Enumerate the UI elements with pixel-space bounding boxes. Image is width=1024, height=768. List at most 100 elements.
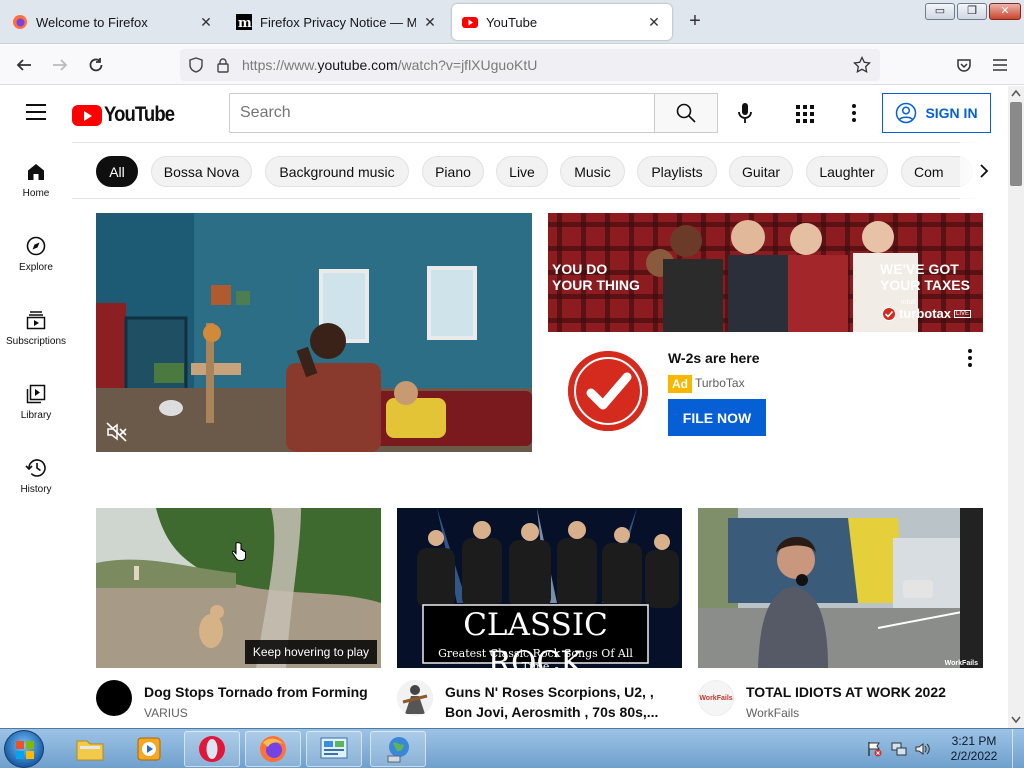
windows-logo-icon [16, 741, 34, 759]
url-text[interactable]: https://www.youtube.com/watch?v=jflXUguo… [242, 57, 537, 73]
show-desktop-button[interactable] [1012, 729, 1024, 768]
video-thumbnail[interactable]: Keep hovering to play [96, 508, 381, 668]
youtube-logo[interactable]: YouTube [72, 103, 184, 127]
chip-playlists[interactable]: Playlists [637, 156, 717, 187]
scroll-down-arrow-icon[interactable] [1011, 716, 1021, 724]
guide-sidebar: Home Explore Subscriptions Library Histo… [0, 142, 72, 728]
ad-banner-image[interactable]: YOU DO YOUR THING WE'VE GOT YOUR TAXES i… [548, 213, 983, 332]
scroll-up-arrow-icon[interactable] [1011, 89, 1021, 97]
clock-date: 2/2/2022 [950, 749, 998, 763]
video-title-line-1: Guns N' Roses Scorpions, U2, , [445, 684, 654, 700]
taskbar-network-globe[interactable] [370, 731, 426, 767]
sidebar-item-history[interactable]: History [0, 458, 72, 495]
app-menu-button[interactable] [988, 53, 1012, 77]
lock-icon[interactable] [216, 57, 230, 73]
sidebar-item-label: Home [22, 188, 50, 199]
sidebar-item-explore[interactable]: Explore [0, 236, 72, 273]
video-title[interactable]: Dog Stops Tornado from Forming [144, 682, 381, 702]
system-clock[interactable]: 3:21 PM 2/2/2022 [944, 734, 1004, 764]
chip-all[interactable]: All [96, 156, 138, 187]
clock-time: 3:21 PM [951, 734, 997, 748]
maximize-button[interactable]: ❐ [957, 3, 987, 20]
muted-speaker-icon[interactable] [106, 422, 128, 442]
video-title-line-2: Bon Jovi, Aerosmith , 70s 80s,... [445, 704, 659, 720]
url-bar[interactable]: https://www.youtube.com/watch?v=jflXUguo… [180, 49, 880, 81]
forward-button[interactable] [48, 53, 72, 77]
filter-chip-bar: All Bossa Nova Background music Piano Li… [72, 142, 1008, 199]
video-title[interactable]: Guns N' Roses Scorpions, U2, , Bon Jovi,… [445, 682, 682, 722]
video-card[interactable]: WorkFails WorkFails TOTAL IDIOTS AT WORK… [698, 508, 983, 720]
apps-grid-icon[interactable] [794, 103, 816, 125]
advertiser-logo[interactable] [568, 351, 648, 431]
channel-name[interactable]: VARIUS [144, 706, 188, 720]
file-now-button[interactable]: FILE NOW [668, 399, 766, 436]
chip-piano[interactable]: Piano [422, 156, 484, 187]
taskbar-firefox[interactable] [245, 731, 301, 767]
taskbar-file-explorer[interactable] [62, 731, 118, 767]
guide-menu-icon[interactable] [26, 104, 46, 120]
ad-headline[interactable]: W-2s are here [668, 350, 760, 366]
channel-name[interactable]: WorkFails [746, 706, 799, 720]
pocket-button[interactable] [952, 53, 976, 77]
video-title[interactable]: TOTAL IDIOTS AT WORK 2022 [746, 682, 983, 702]
close-tab-icon[interactable]: ✕ [198, 14, 214, 31]
thumbnail-watermark: WorkFails [944, 660, 978, 667]
control-panel-icon [320, 737, 348, 759]
more-vertical-icon[interactable] [962, 347, 978, 369]
featured-video-player[interactable] [96, 213, 532, 452]
network-icon[interactable] [891, 741, 907, 757]
action-center-flag-icon[interactable] [866, 741, 882, 757]
chip-bossa-nova[interactable]: Bossa Nova [151, 156, 252, 187]
taskbar-media-player[interactable] [122, 731, 178, 767]
video-thumbnail[interactable]: WorkFails [698, 508, 983, 668]
pocket-icon [957, 59, 971, 72]
channel-avatar[interactable] [397, 680, 433, 716]
sidebar-item-library[interactable]: Library [0, 384, 72, 421]
chevron-right-icon [980, 163, 989, 178]
close-tab-icon[interactable]: ✕ [646, 14, 662, 31]
video-card[interactable]: Keep hovering to play Dog Stops Tornado … [96, 508, 381, 720]
hover-to-play-tooltip: Keep hovering to play [244, 640, 377, 664]
close-window-button[interactable]: ✕ [989, 3, 1021, 20]
tab-welcome-firefox[interactable]: Welcome to Firefox ✕ [2, 4, 224, 40]
opera-icon [199, 736, 225, 762]
chip-music[interactable]: Music [560, 156, 625, 187]
chips-next-button[interactable] [960, 142, 1008, 199]
channel-avatar[interactable]: WorkFails [698, 680, 734, 716]
firefox-icon [260, 736, 286, 762]
arrow-left-icon [16, 59, 31, 71]
chip-live[interactable]: Live [496, 156, 548, 187]
bookmark-star-icon[interactable] [853, 56, 871, 74]
tab-title: Firefox Privacy Notice — Mozilla [260, 14, 416, 30]
tab-title: Welcome to Firefox [36, 14, 148, 30]
shield-icon[interactable] [188, 57, 204, 73]
sign-in-button[interactable]: SIGN IN [882, 93, 991, 133]
more-vertical-icon[interactable] [843, 101, 865, 125]
new-tab-button[interactable]: + [684, 10, 706, 33]
video-card[interactable]: CLASSIC ROCK Greatest Classic Rock Songs… [397, 508, 682, 720]
chip-laughter[interactable]: Laughter [806, 156, 888, 187]
tab-privacy-notice[interactable]: m Firefox Privacy Notice — Mozilla ✕ [226, 4, 448, 40]
taskbar-opera[interactable] [184, 731, 240, 767]
volume-icon[interactable] [915, 741, 931, 757]
minimize-button[interactable]: ▭ [925, 3, 955, 20]
video-thumbnail[interactable]: CLASSIC ROCK Greatest Classic Rock Songs… [397, 508, 682, 668]
chip-background-music[interactable]: Background music [265, 156, 409, 187]
start-button[interactable] [4, 730, 44, 768]
sidebar-item-subscriptions[interactable]: Subscriptions [0, 310, 72, 347]
reload-button[interactable] [84, 53, 108, 77]
subscriptions-icon [26, 311, 46, 330]
search-button[interactable] [654, 93, 718, 133]
voice-search-button[interactable] [732, 100, 758, 126]
chip-guitar[interactable]: Guitar [729, 156, 793, 187]
tab-youtube[interactable]: YouTube ✕ [452, 4, 672, 40]
taskbar-control-panel[interactable] [306, 731, 362, 767]
scrollbar-thumb[interactable] [1010, 102, 1022, 186]
channel-avatar[interactable] [96, 680, 132, 716]
search-input[interactable] [229, 93, 655, 133]
close-tab-icon[interactable]: ✕ [422, 14, 438, 31]
page-scrollbar[interactable] [1008, 86, 1024, 728]
sidebar-item-home[interactable]: Home [0, 162, 72, 199]
url-domain: youtube.com [317, 57, 398, 73]
back-button[interactable] [12, 53, 36, 77]
